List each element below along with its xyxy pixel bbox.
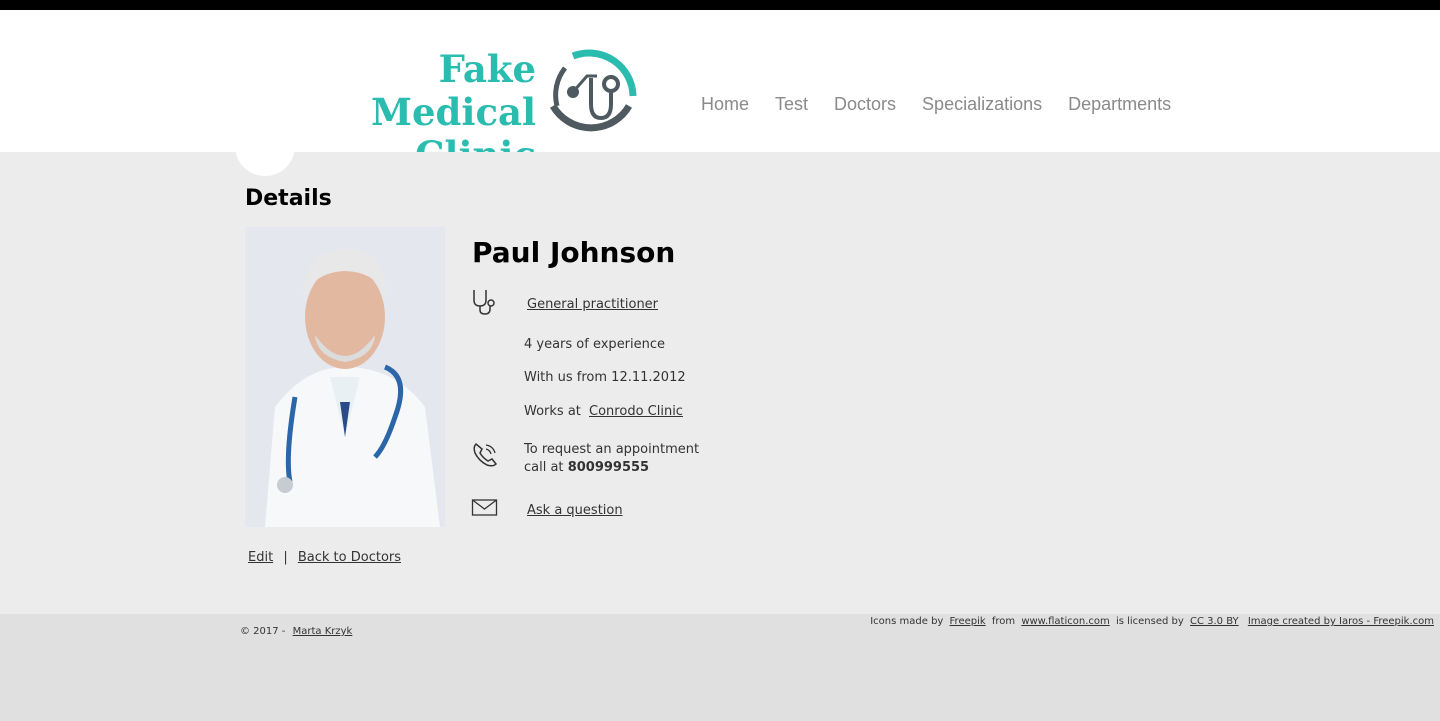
licensed-by-text: is licensed by xyxy=(1115,616,1184,627)
from-text: from xyxy=(991,616,1016,627)
envelope-icon xyxy=(471,499,498,516)
phone-icon xyxy=(473,442,498,467)
freepik-link[interactable]: Freepik xyxy=(950,616,986,627)
with-us-from-text: With us from 12.11.2012 xyxy=(524,370,686,385)
back-to-doctors-link[interactable]: Back to Doctors xyxy=(298,550,401,565)
works-at: Works at Conrodo Clinic xyxy=(524,404,683,419)
nav-doctors[interactable]: Doctors xyxy=(834,94,896,115)
actions-separator: | xyxy=(283,550,288,565)
specialization-link[interactable]: General practitioner xyxy=(527,297,658,312)
appointment-text: To request an appointment xyxy=(524,442,700,457)
doctor-photo xyxy=(245,227,445,527)
header: Fake Medical Clinic Home Test Doctors Sp… xyxy=(0,10,1440,177)
phone-number: 800999555 xyxy=(567,460,650,475)
logo-line1: Fake xyxy=(438,47,536,91)
stethoscope-icon xyxy=(473,290,495,315)
footer-credits: Icons made by Freepik from www.flaticon.… xyxy=(870,616,1437,627)
nav-departments[interactable]: Departments xyxy=(1068,94,1171,115)
copyright-text: © 2017 - xyxy=(240,626,286,637)
footer-copyright: © 2017 - Marta Krzyk xyxy=(240,626,352,637)
nav-specializations[interactable]: Specializations xyxy=(922,94,1042,115)
edit-link[interactable]: Edit xyxy=(248,550,273,565)
works-at-label: Works at xyxy=(524,404,581,419)
nav-home[interactable]: Home xyxy=(701,94,749,115)
experience-text: 4 years of experience xyxy=(524,337,666,352)
ask-question-link[interactable]: Ask a question xyxy=(527,503,623,518)
main-content xyxy=(0,152,1440,614)
cc-license-link[interactable]: CC 3.0 BY xyxy=(1190,616,1239,627)
clinic-link[interactable]: Conrodo Clinic xyxy=(589,404,683,419)
icons-made-by: Icons made by xyxy=(870,616,944,627)
appointment-call: call at 800999555 xyxy=(524,459,699,477)
appointment-info: To request an appointment call at 800999… xyxy=(524,441,699,477)
nav-test[interactable]: Test xyxy=(775,94,808,115)
stethoscope-logo-icon xyxy=(549,49,637,132)
doctor-photo-image xyxy=(245,227,445,527)
flaticon-link[interactable]: www.flaticon.com xyxy=(1021,616,1109,627)
detail-actions: Edit | Back to Doctors xyxy=(248,550,401,565)
author-link[interactable]: Marta Krzyk xyxy=(293,626,353,637)
main-nav: Home Test Doctors Specializations Depart… xyxy=(701,94,1171,115)
doctor-name: Paul Johnson xyxy=(472,236,676,269)
top-bar xyxy=(0,0,1440,10)
page-title: Details xyxy=(245,186,332,211)
image-credit-link[interactable]: Image created by Iaros - Freepik.com xyxy=(1248,616,1434,627)
call-at-label: call at xyxy=(524,460,564,475)
